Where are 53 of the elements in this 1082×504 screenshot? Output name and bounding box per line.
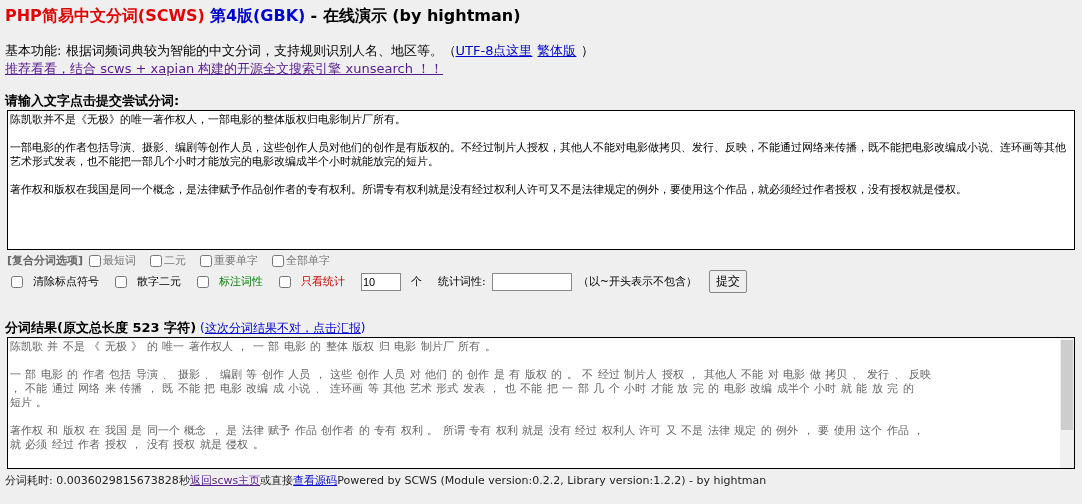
submit-button[interactable]: 提交 [708, 270, 747, 293]
input-paragraph: 著作权和版权在我国是同一个概念，是法律赋予作品创作者的专有权利。所谓专有权利就是没有经过权利人许可又不是法律规定的例外，要使用这个作品，就必须经过作者授权，没有授权就是侵权。 [10, 183, 968, 197]
report-link[interactable]: 这次分词结果不对，点击汇报 [204, 320, 361, 337]
checkbox[interactable] [197, 275, 209, 288]
source-link[interactable]: 查看源码 [293, 474, 338, 487]
checkbox[interactable] [115, 275, 127, 288]
intro-close: ） [581, 43, 595, 58]
option-label: 最短词 [103, 253, 137, 268]
result-line: 著作权 和 版权 在 我国 是 同一个 概念 ， 是 法律 赋予 作品 创作者 的 专有 权利 。 所谓 专有 权利 就是 没有 经过 权利人 许可 又 不是 法律 规定 的 例外 ， 要 使用 这个 作品 ， [10, 424, 925, 438]
paren: ( [200, 321, 205, 335]
checkbox[interactable] [200, 254, 213, 267]
result-line: 陈凯歌 并 不是 《 无极 》 的 唯一 著作权人 ， 一 部 电影 的 整体 版权 归 电影 制片厂 所有 。 [10, 340, 496, 354]
intro-link[interactable]: 繁体版 [537, 43, 577, 58]
intro-text: 基本功能: 根据词频词典较为智能的中文分词，支持规则识别人名、地区等。（ [5, 43, 456, 58]
checkbox[interactable] [279, 275, 291, 288]
result-field[interactable] [7, 337, 1075, 469]
paren: ) [360, 321, 366, 335]
home-link[interactable]: 返回scws主页 [189, 474, 261, 487]
result-line: 就 必须 经过 作者 授权 ， 没有 授权 就是 侵权 。 [10, 438, 264, 452]
compound-label: [复合分词选项] [7, 253, 84, 268]
result-line: ， 不能 通过 网络 来 传播 ， 既 不能 把 电影 改编 成 小说 、 连环画 等 其他 艺术 形式 发表 ， 也 不能 把 一 部 几 个 小时 才能 放 完 的 电影 改编 成半个 小时 就 能 放 完 的 [10, 382, 914, 396]
result-line: 一 部 电影 的 作者 包括 导演 、 摄影 、 编剧 等 创作 人员 ， 这些 创作 人员 对 他们 的 创作 是 有 版权 的 。 不 经过 制片人 授权 ， 其他人 不能 对 电影 做 拷贝 、 发行 、 反映 [10, 368, 932, 382]
option-label: 重要单字 [214, 253, 259, 268]
input-paragraph: 陈凯歌并不是《无极》的唯一著作权人，一部电影的整体版权归电影制片厂所有。 [10, 113, 407, 127]
limit-field[interactable]: 10 [361, 272, 401, 291]
limit-unit: 个 [411, 274, 422, 289]
product-title: PHP简易中文分词(SCWS) [5, 6, 205, 27]
option-label: 清除标点符号 [33, 274, 99, 289]
stat-label: 统计词性: [438, 274, 486, 289]
checkbox[interactable] [11, 275, 23, 288]
input-field[interactable] [7, 110, 1075, 250]
stat-hint: （以~开头表示不包含） [577, 274, 697, 289]
checkbox[interactable] [89, 254, 102, 267]
option-label: 标注词性 [219, 274, 263, 289]
checkbox[interactable] [150, 254, 163, 267]
version-label: 第4版(GBK) [209, 6, 306, 27]
scrollbar[interactable] [1060, 338, 1074, 468]
option-label: 只看统计 [301, 274, 345, 289]
stat-field[interactable] [491, 272, 572, 291]
title-suffix: - 在线演示 (by hightman) [310, 6, 521, 27]
footer-text: 或直接 [260, 474, 294, 487]
option-label: 散字二元 [137, 274, 181, 289]
promo-link[interactable]: 推荐看看，结合 scws + xapian 构建的开源全文搜索引擎 xunsearch ！！ [5, 61, 444, 76]
result-line: 短片 。 [10, 396, 48, 410]
input-paragraph: 一部电影的作者包括导演、摄影、编剧等创作人员，这些创作人员对他们的创作是有版权的。不经过制片人授权，其他人不能对电影做拷贝、发行、反映，不能通过网络来传播，既不能把电影改编成小说、连环画等其他艺术形式发表，也不能把一部几个小时才能放完的电影改编成半个小时就能放完的短片。 [10, 141, 1067, 169]
checkbox[interactable] [272, 254, 285, 267]
result-heading: 分词结果(原文总长度 523 字符) [5, 319, 197, 337]
timing-text: 分词耗时: 0.0036029815673828秒 [5, 474, 190, 487]
intro-link[interactable]: UTF-8点这里 [455, 43, 533, 58]
input-heading: 请输入文字点击提交尝试分词: [5, 92, 181, 110]
powered-text: Powered by SCWS (Module version:0.2.2, Library version:1.2.2) - by hightman [337, 474, 767, 487]
option-label: 全部单字 [286, 253, 331, 268]
option-label: 二元 [164, 253, 187, 268]
